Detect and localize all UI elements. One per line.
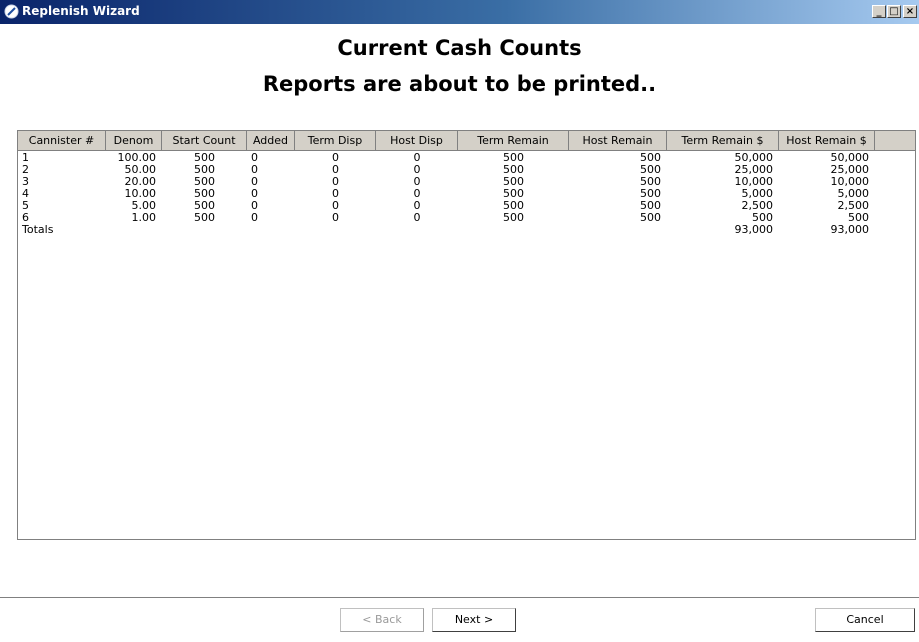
column-header-start-count[interactable]: Start Count — [162, 131, 247, 150]
minimize-icon: _ — [876, 6, 882, 17]
maximize-button[interactable]: □ — [887, 5, 901, 18]
cell-cannister: 4 — [22, 187, 29, 200]
window-title: Replenish Wizard — [22, 4, 140, 18]
page-subtitle: Reports are about to be printed.. — [262, 72, 657, 96]
column-header-host-disp[interactable]: Host Disp — [376, 131, 458, 150]
cell-cannister: 5 — [22, 199, 29, 212]
footer-divider — [0, 597, 919, 599]
total-host-remain-dollars: 93,000 — [830, 223, 870, 236]
cell-term-remain: 500 — [503, 211, 524, 224]
column-header-term-disp[interactable]: Term Disp — [295, 131, 376, 150]
column-header-term-remain-dollars[interactable]: Term Remain $ — [667, 131, 779, 150]
next-button[interactable]: Next > — [432, 608, 516, 632]
title-bar[interactable]: Replenish Wizard _ □ × — [0, 0, 919, 24]
minimize-button[interactable]: _ — [872, 5, 886, 18]
cell-cannister: 3 — [22, 175, 29, 188]
totals-row[interactable]: Totals 93,000 93,000 — [18, 224, 915, 236]
total-term-remain-dollars: 93,000 — [734, 223, 774, 236]
cell-denom: 1.00 — [131, 211, 157, 224]
app-icon — [4, 4, 19, 19]
close-icon: × — [905, 6, 915, 17]
close-button[interactable]: × — [903, 5, 917, 18]
maximize-icon: □ — [889, 6, 899, 17]
cash-counts-table[interactable]: Cannister # Denom Start Count Added Term… — [17, 130, 916, 540]
table-header: Cannister # Denom Start Count Added Term… — [18, 131, 915, 151]
cell-host-remain: 500 — [640, 211, 661, 224]
column-header-term-remain[interactable]: Term Remain — [458, 131, 569, 150]
cell-added: 0 — [251, 211, 258, 224]
cell-term-disp: 0 — [332, 211, 339, 224]
table-row[interactable]: 6 1.00 500 0 0 0 500 500 500 500 — [18, 212, 915, 224]
column-header-host-remain[interactable]: Host Remain — [569, 131, 667, 150]
cancel-button[interactable]: Cancel — [815, 608, 915, 632]
back-button[interactable]: < Back — [340, 608, 424, 632]
cell-cannister: 2 — [22, 163, 29, 176]
cell-start-count: 500 — [194, 211, 215, 224]
column-header-host-remain-dollars[interactable]: Host Remain $ — [779, 131, 875, 150]
page-title: Current Cash Counts — [337, 36, 582, 60]
column-header-denom[interactable]: Denom — [106, 131, 162, 150]
column-header-added[interactable]: Added — [247, 131, 295, 150]
cell-cannister: 1 — [22, 151, 29, 164]
column-header-cannister[interactable]: Cannister # — [18, 131, 106, 150]
cell-host-disp: 0 — [413, 211, 421, 224]
totals-label: Totals — [22, 223, 54, 236]
